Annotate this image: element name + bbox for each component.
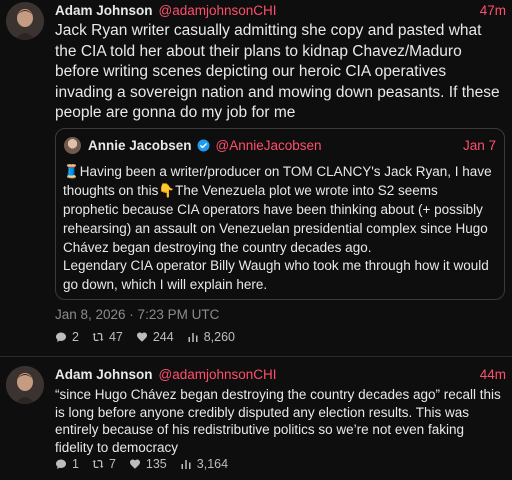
heart-icon [129,459,140,469]
views-count: 3,164 [196,457,229,471]
retweet-count: 47 [108,330,123,344]
post-divider [0,356,512,357]
post[interactable]: Adam Johnson @adamjohnsonCHI 47m Jack Ry… [0,0,512,350]
post-header: Adam Johnson @adamjohnsonCHI 44m [55,364,506,384]
timeline: Adam Johnson @adamjohnsonCHI 47m Jack Ry… [0,0,512,480]
author-name[interactable]: Adam Johnson [55,367,153,382]
post-timestamp[interactable]: Jan 8, 2026 · 7:23 PM UTC [55,307,219,322]
quote-tweet[interactable]: Annie Jacobsen @AnnieJacobsen Jan 7 🧵Hav… [55,128,505,300]
views-stat[interactable]: 3,164 [180,457,228,471]
quote-avatar[interactable] [64,137,81,154]
like-count: 244 [152,330,174,344]
quote-date[interactable]: Jan 7 [463,138,496,153]
verified-badge-icon [197,139,209,151]
quote-header: Annie Jacobsen @AnnieJacobsen Jan 7 [88,135,496,155]
reply-count: 1 [72,457,79,471]
quote-text-paragraph-2: Legendary CIA operator Billy Waugh who t… [63,258,493,292]
heart-icon [136,332,147,342]
reply-icon [56,332,66,342]
reply-count: 2 [72,330,79,344]
like-stat[interactable]: 135 [129,457,167,471]
retweet-icon [92,332,104,342]
post-header: Adam Johnson @adamjohnsonCHI 47m [55,0,506,20]
post-text: “since Hugo Chávez began destroying the … [55,387,505,455]
like-count: 135 [145,457,167,471]
views-stat[interactable]: 8,260 [187,330,235,344]
post-stats: 1 7 135 3,164 [55,457,241,471]
bar-chart-icon [181,460,191,469]
like-stat[interactable]: 244 [136,330,174,344]
post[interactable]: Adam Johnson @adamjohnsonCHI 44m “since … [0,364,512,480]
avatar[interactable] [6,366,44,404]
post-text: Jack Ryan writer casually admitting she … [55,22,504,121]
quote-text-paragraph-1: 🧵Having been a writer/producer on TOM CL… [63,164,496,255]
bar-chart-icon [188,333,198,342]
retweet-stat[interactable]: 7 [92,457,116,471]
views-count: 8,260 [203,330,235,344]
reply-stat[interactable]: 2 [55,330,79,344]
retweet-stat[interactable]: 47 [92,330,123,344]
retweet-count: 7 [108,457,116,471]
post-time[interactable]: 47m [480,3,506,18]
post-time[interactable]: 44m [480,367,506,382]
author-handle[interactable]: @adamjohnsonCHI [159,367,277,382]
retweet-icon [92,459,104,469]
avatar[interactable] [6,2,44,40]
reply-icon [56,459,66,469]
author-handle[interactable]: @adamjohnsonCHI [159,3,277,18]
author-name[interactable]: Adam Johnson [55,3,153,18]
post-stats: 2 47 244 8,260 [55,330,248,344]
quote-author-handle[interactable]: @AnnieJacobsen [216,138,322,153]
reply-stat[interactable]: 1 [55,457,79,471]
quote-author-name[interactable]: Annie Jacobsen [88,138,192,153]
